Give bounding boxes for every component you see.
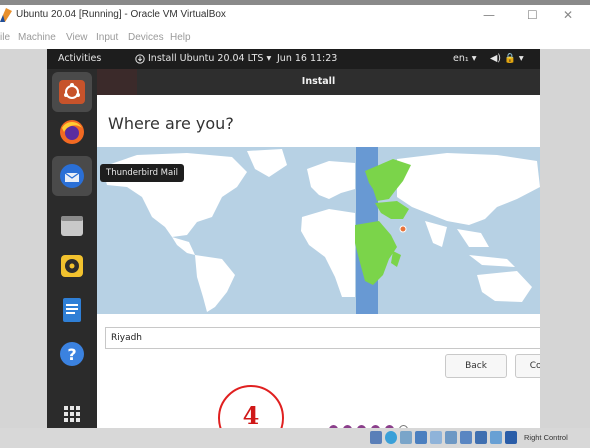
svg-text:?: ?	[67, 345, 76, 364]
installer-title: Install	[301, 76, 336, 87]
cpu-icon[interactable]	[490, 431, 502, 444]
dock-item-thunderbird[interactable]	[52, 156, 92, 196]
display-icon[interactable]	[460, 431, 472, 444]
installer-header: Install	[97, 69, 540, 95]
page-heading: Where are you?	[108, 114, 234, 133]
vbox-status-bar: Right Control	[0, 428, 590, 448]
rhythmbox-icon	[61, 255, 83, 277]
dock-item-show-apps[interactable]	[52, 394, 92, 428]
dock-item-help[interactable]: ?	[52, 334, 92, 374]
dock: ?	[47, 69, 97, 428]
usb-icon[interactable]	[430, 431, 442, 444]
screen: Ubuntu 20.04 [Running] - Oracle VM Virtu…	[0, 0, 590, 448]
keyboard-layout-menu[interactable]: en₁ ▾	[453, 53, 476, 64]
menu-machine[interactable]: Machine	[18, 32, 56, 43]
audio-icon[interactable]	[400, 431, 412, 444]
help-icon: ?	[60, 342, 84, 366]
back-button[interactable]: Back	[445, 354, 507, 378]
window-title: Ubuntu 20.04 [Running] - Oracle VM Virtu…	[16, 9, 226, 20]
network-icon[interactable]	[415, 431, 427, 444]
system-menu[interactable]: ◀) 🔒 ▾	[490, 53, 524, 64]
dock-item-rhythmbox[interactable]	[52, 246, 92, 286]
app-menu[interactable]: Install Ubuntu 20.04 LTS ▾	[148, 53, 271, 64]
host-key-label: Right Control	[524, 433, 568, 442]
minimize-button[interactable]: —	[483, 8, 495, 22]
dock-item-writer[interactable]	[52, 290, 92, 330]
timezone-city-input[interactable]: Riyadh	[105, 327, 540, 349]
dock-item-files[interactable]	[52, 206, 92, 246]
menu-help[interactable]: Help	[170, 32, 191, 43]
gnome-top-bar: Activities Install Ubuntu 20.04 LTS ▾ Ju…	[47, 49, 540, 69]
clock[interactable]: Jun 16 11:23	[277, 53, 337, 64]
dock-tooltip: Thunderbird Mail	[100, 164, 184, 182]
dock-item-firefox[interactable]	[52, 112, 92, 152]
close-button[interactable]: ✕	[563, 8, 573, 22]
writer-icon	[63, 298, 81, 322]
step-annotation-number: 4	[242, 401, 260, 428]
step-annotation-circle: 4	[218, 385, 284, 428]
recording-icon[interactable]	[475, 431, 487, 444]
virtualbox-logo-icon	[0, 8, 12, 22]
vbox-titlebar: Ubuntu 20.04 [Running] - Oracle VM Virtu…	[0, 5, 590, 29]
thunderbird-icon	[60, 164, 84, 188]
vbox-menubar: ile Machine View Input Devices Help	[0, 29, 590, 49]
firefox-icon	[60, 120, 84, 144]
hard-disk-icon[interactable]	[370, 431, 382, 444]
menu-view[interactable]: View	[66, 32, 88, 43]
continue-button[interactable]: Continue	[515, 354, 540, 378]
menu-file[interactable]: ile	[0, 32, 10, 43]
guest-display: Activities Install Ubuntu 20.04 LTS ▾ Ju…	[47, 49, 540, 428]
shared-folders-icon[interactable]	[445, 431, 457, 444]
maximize-button[interactable]: ☐	[527, 8, 538, 22]
installer-window: Install Where are you? Riyadh Back Co 4	[97, 69, 540, 428]
ubuntu-installer-icon	[59, 80, 85, 104]
show-apps-icon	[64, 406, 80, 422]
activities-button[interactable]: Activities	[58, 53, 101, 64]
files-icon	[61, 216, 83, 236]
menu-devices[interactable]: Devices	[128, 32, 164, 43]
status-icons	[370, 431, 520, 445]
mouse-integration-icon[interactable]	[505, 431, 517, 444]
menu-input[interactable]: Input	[96, 32, 118, 43]
optical-drive-icon[interactable]	[385, 431, 397, 444]
dock-item-installer[interactable]	[52, 72, 92, 112]
